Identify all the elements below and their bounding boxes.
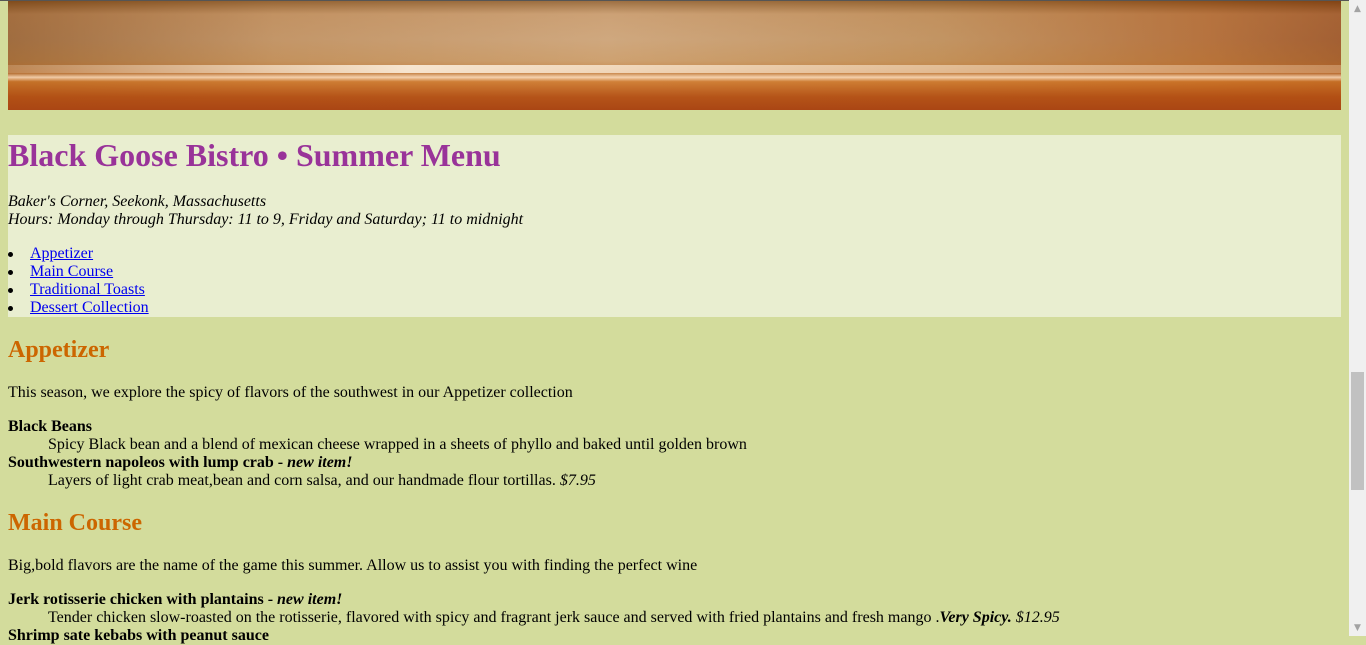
appetizer-heading: Appetizer [8, 337, 110, 363]
nav-link-appetizer[interactable]: Appetizer [30, 245, 93, 262]
menu-item-price: $7.95 [559, 472, 596, 489]
address-block: Baker's Corner, Seekonk, Massachusetts H… [8, 193, 523, 229]
spicy-label: Very Spicy. [939, 609, 1012, 626]
menu-item-title: Jerk rotisserie chicken with plantains - [8, 591, 278, 608]
main-course-heading: Main Course [8, 510, 142, 536]
new-item-badge: new item! [287, 454, 353, 471]
vertical-scrollbar[interactable]: ▲ ▼ [1349, 0, 1366, 636]
banner-highlight [8, 65, 1341, 73]
hours-line: Hours: Monday through Thursday: 11 to 9,… [8, 211, 524, 228]
menu-item-text: Layers of light crab meat,bean and corn … [48, 472, 560, 489]
new-item-badge: new item! [277, 591, 343, 608]
bullet-icon [8, 306, 13, 311]
bullet-icon [8, 252, 13, 257]
menu-item-text: Tender chicken slow-roasted on the rotis… [48, 609, 940, 626]
menu-item-description: Tender chicken slow-roasted on the rotis… [48, 609, 1060, 627]
main-course-intro: Big,bold flavors are the name of the gam… [8, 557, 698, 574]
scroll-down-icon[interactable]: ▼ [1349, 619, 1366, 636]
nav-item-appetizer: Appetizer [8, 245, 149, 263]
menu-item-description: Layers of light crab meat,bean and corn … [48, 472, 596, 490]
page-header: Black Goose Bistro • Summer Menu Baker's… [8, 135, 1341, 317]
menu-nav: Appetizer Main Course Traditional Toasts… [8, 245, 149, 317]
nav-link-main-course[interactable]: Main Course [30, 263, 113, 280]
bullet-icon [8, 270, 13, 275]
menu-item-name: Southwestern napoleos with lump crab - n… [8, 454, 352, 472]
scroll-up-icon[interactable]: ▲ [1349, 0, 1366, 17]
scrollbar-thumb[interactable] [1351, 372, 1364, 490]
menu-item-title: Southwestern napoleos with lump crab - [8, 454, 288, 471]
menu-item-price: $12.95 [1011, 609, 1060, 626]
nav-item-main-course: Main Course [8, 263, 149, 281]
address-line: Baker's Corner, Seekonk, Massachusetts [8, 193, 267, 210]
appetizer-intro: This season, we explore the spicy of fla… [8, 384, 573, 401]
banner-image [8, 1, 1341, 110]
nav-link-dessert-collection[interactable]: Dessert Collection [30, 299, 149, 316]
menu-item-description: Spicy Black bean and a blend of mexican … [48, 436, 747, 453]
menu-item-name: Black Beans [8, 418, 93, 435]
nav-link-traditional-toasts[interactable]: Traditional Toasts [30, 281, 145, 298]
nav-item-traditional-toasts: Traditional Toasts [8, 281, 149, 299]
bullet-icon [8, 288, 13, 293]
page-title: Black Goose Bistro • Summer Menu [8, 137, 501, 173]
menu-item-name: Shrimp sate kebabs with peanut sauce [8, 627, 269, 644]
nav-item-dessert-collection: Dessert Collection [8, 299, 149, 317]
menu-item-name: Jerk rotisserie chicken with plantains -… [8, 591, 342, 609]
